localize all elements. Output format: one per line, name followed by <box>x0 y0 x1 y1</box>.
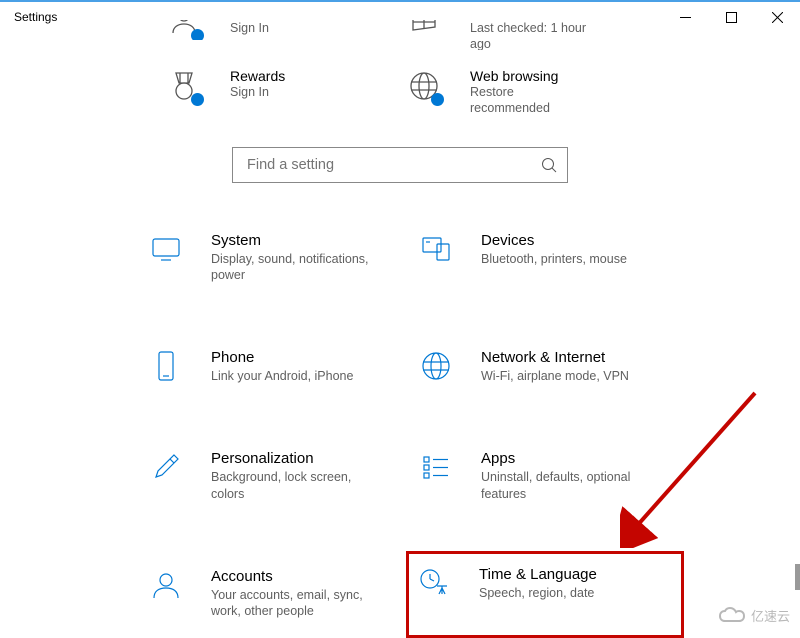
settings-search[interactable] <box>232 147 568 183</box>
status-sub: Last checked: 1 hour ago <box>470 20 590 50</box>
tile-sub: Link your Android, iPhone <box>211 368 353 384</box>
tile-system[interactable]: System Display, sound, notifications, po… <box>140 223 410 293</box>
phone-icon <box>149 349 183 383</box>
account-status-row: Sign In Last checked: 1 hour ago Rewards… <box>160 32 640 147</box>
tile-sub: Display, sound, notifications, power <box>211 251 381 284</box>
tile-time-language[interactable]: Time & Language Speech, region, date <box>406 551 684 638</box>
system-icon <box>149 232 183 266</box>
search-input[interactable] <box>247 157 541 173</box>
settings-categories: System Display, sound, notifications, po… <box>140 223 800 629</box>
tile-sub: Uninstall, defaults, optional features <box>481 469 651 502</box>
microsoft-account-icon <box>166 20 202 40</box>
status-title: Rewards <box>230 68 285 84</box>
tile-sub: Speech, region, date <box>479 585 597 601</box>
status-update[interactable]: Last checked: 1 hour ago <box>400 20 640 50</box>
tile-sub: Your accounts, email, sync, work, other … <box>211 587 381 620</box>
status-sub: Sign In <box>230 84 285 100</box>
tile-sub: Background, lock screen, colors <box>211 469 381 502</box>
tile-sub: Bluetooth, printers, mouse <box>481 251 627 267</box>
status-rewards[interactable]: Rewards Sign In <box>160 68 400 117</box>
status-sub: Sign In <box>230 20 269 36</box>
tile-apps[interactable]: Apps Uninstall, defaults, optional featu… <box>410 441 680 511</box>
window-title: Settings <box>14 10 57 24</box>
tile-title: Network & Internet <box>481 349 629 366</box>
scroll-indicator[interactable] <box>795 564 800 590</box>
tile-devices[interactable]: Devices Bluetooth, printers, mouse <box>410 223 680 293</box>
tile-title: Time & Language <box>479 566 597 583</box>
tile-title: Accounts <box>211 568 381 585</box>
watermark: 亿速云 <box>719 606 790 625</box>
time-language-icon <box>417 566 451 600</box>
tile-phone[interactable]: Phone Link your Android, iPhone <box>140 340 410 393</box>
tile-network[interactable]: Network & Internet Wi-Fi, airplane mode,… <box>410 340 680 393</box>
close-button[interactable] <box>754 2 800 32</box>
tile-sub: Wi-Fi, airplane mode, VPN <box>481 368 629 384</box>
status-title: Web browsing <box>470 68 590 84</box>
accounts-icon <box>149 568 183 602</box>
status-sub: Restore recommended <box>470 84 590 117</box>
window-buttons <box>662 2 800 32</box>
tile-title: Phone <box>211 349 353 366</box>
tile-title: System <box>211 232 381 249</box>
tile-title: Apps <box>481 450 651 467</box>
minimize-button[interactable] <box>662 2 708 32</box>
personalization-icon <box>149 450 183 484</box>
apps-icon <box>419 450 453 484</box>
status-web[interactable]: Web browsing Restore recommended <box>400 68 640 117</box>
windows-update-icon <box>406 20 442 40</box>
web-browsing-icon <box>406 68 442 104</box>
maximize-button[interactable] <box>708 2 754 32</box>
tile-personalization[interactable]: Personalization Background, lock screen,… <box>140 441 410 511</box>
tile-title: Devices <box>481 232 627 249</box>
tile-title: Personalization <box>211 450 381 467</box>
rewards-icon <box>166 68 202 104</box>
devices-icon <box>419 232 453 266</box>
search-icon <box>541 157 557 173</box>
status-microsoft[interactable]: Sign In <box>160 20 400 40</box>
network-icon <box>419 349 453 383</box>
tile-accounts[interactable]: Accounts Your accounts, email, sync, wor… <box>140 559 410 629</box>
